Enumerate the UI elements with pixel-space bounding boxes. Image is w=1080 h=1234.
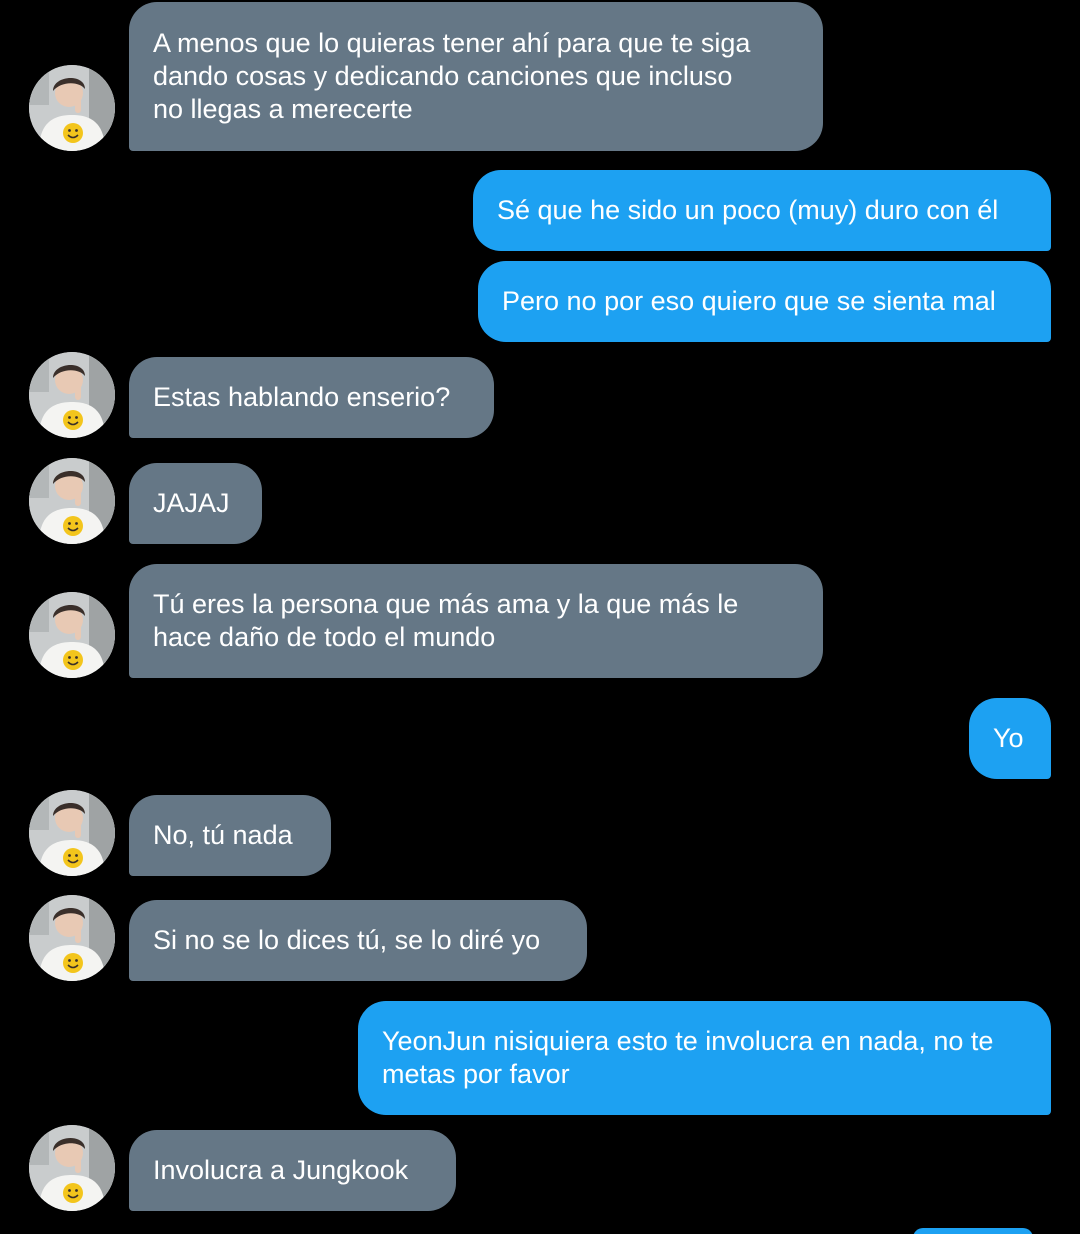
sent-message[interactable]: Sé que he sido un poco (muy) duro con él [473,170,1051,251]
profile-photo-icon [29,592,115,678]
message-text: YeonJun nisiquiera esto te involucra en … [382,1026,994,1089]
message-text: Pero no por eso quiero que se sienta mal [502,286,996,316]
avatar[interactable] [29,65,115,151]
message-text: No, tú nada [153,820,293,850]
received-message[interactable]: JAJAJ [129,463,262,544]
message-text: Tú eres la persona que más ama y la que … [153,589,739,652]
avatar[interactable] [29,592,115,678]
sent-message[interactable]: Yo [969,698,1051,779]
profile-photo-icon [29,1125,115,1211]
avatar[interactable] [29,352,115,438]
message-text: JAJAJ [153,488,230,518]
message-text: Yo [993,723,1024,753]
message-text: Involucra a Jungkook [153,1155,409,1185]
message-text: Sé que he sido un poco (muy) duro con él [497,195,999,225]
profile-photo-icon [29,352,115,438]
profile-photo-icon [29,790,115,876]
avatar[interactable] [29,790,115,876]
profile-photo-icon [29,895,115,981]
sent-message[interactable]: YeonJun nisiquiera esto te involucra en … [358,1001,1051,1115]
message-text: Si no se lo dices tú, se lo diré yo [153,925,541,955]
avatar[interactable] [29,1125,115,1211]
chat-thread: A menos que lo quieras tener ahí para qu… [0,0,1080,1234]
profile-photo-icon [29,65,115,151]
received-message[interactable]: Estas hablando enserio? [129,357,494,438]
received-message[interactable]: Tú eres la persona que más ama y la que … [129,564,823,678]
message-text: A menos que lo quieras tener ahí para qu… [153,28,751,124]
sent-message[interactable]: Pero no por eso quiero que se sienta mal [478,261,1051,342]
received-message[interactable]: Si no se lo dices tú, se lo diré yo [129,900,587,981]
sent-message-partial[interactable] [913,1228,1033,1234]
avatar[interactable] [29,458,115,544]
avatar[interactable] [29,895,115,981]
received-message[interactable]: No, tú nada [129,795,331,876]
received-message[interactable]: Involucra a Jungkook [129,1130,456,1211]
message-text: Estas hablando enserio? [153,382,451,412]
received-message[interactable]: A menos que lo quieras tener ahí para qu… [129,2,823,151]
profile-photo-icon [29,458,115,544]
